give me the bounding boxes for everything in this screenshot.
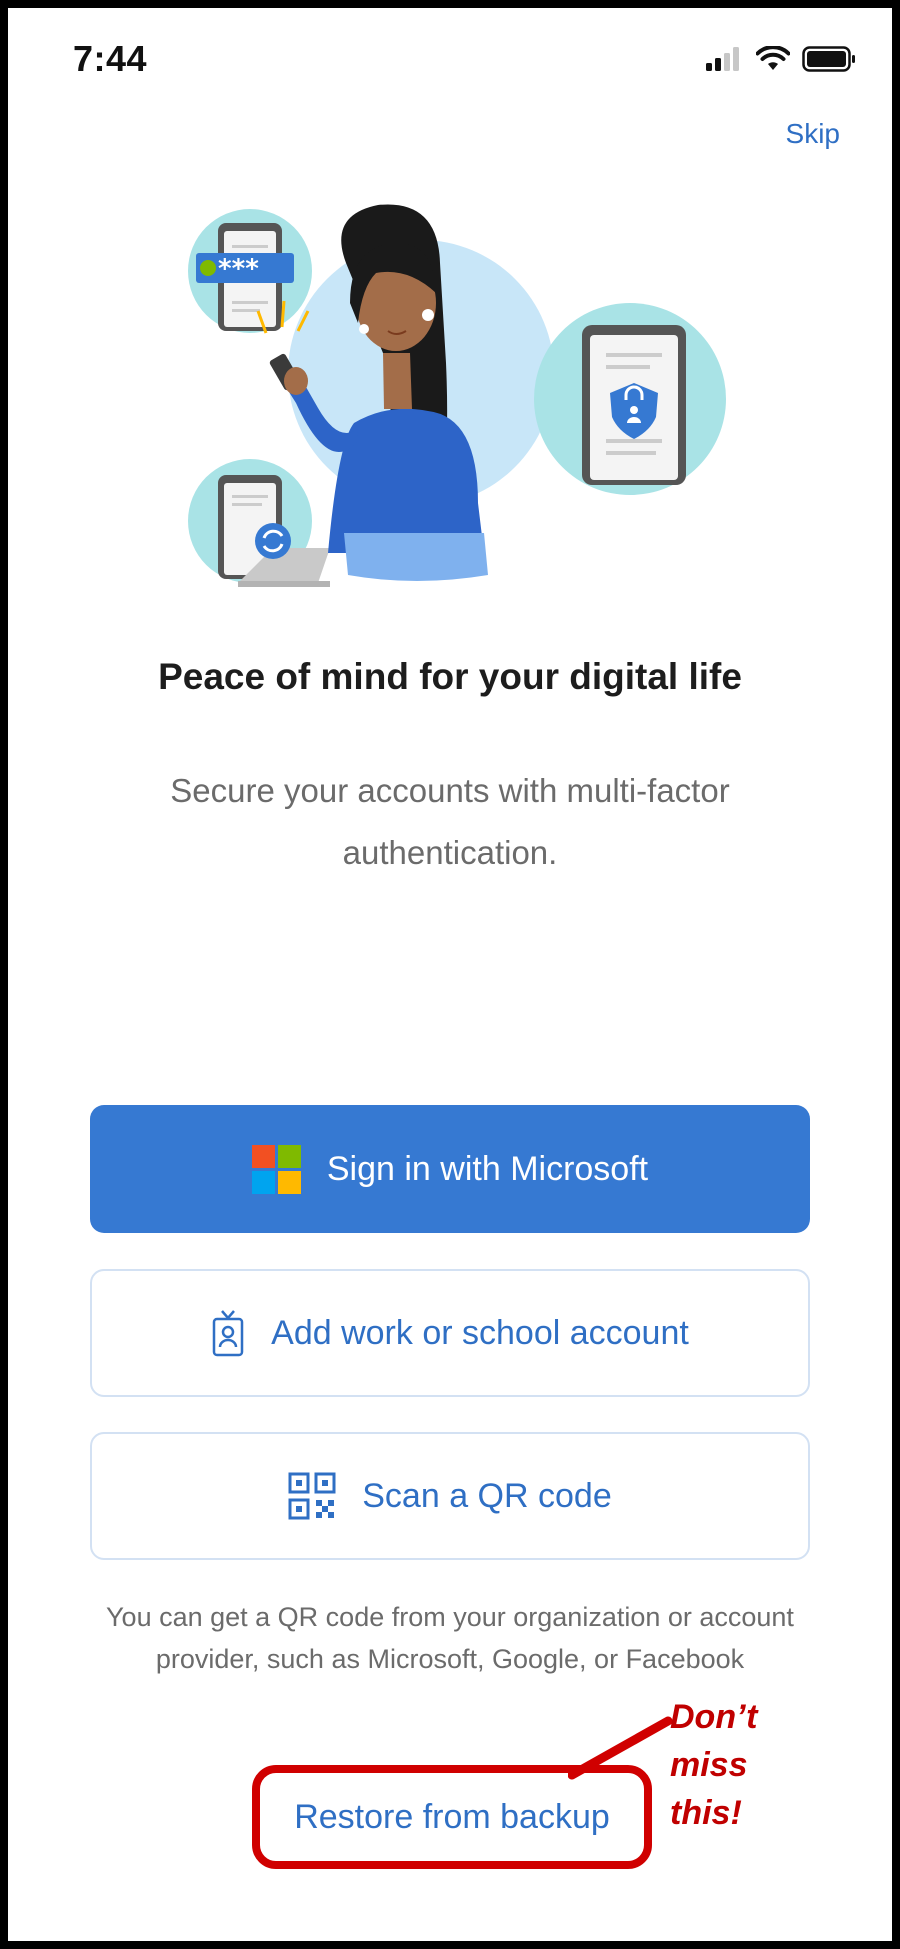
- scan-qr-code-button[interactable]: Scan a QR code: [90, 1432, 810, 1560]
- page-subtitle: Secure your accounts with multi-factor a…: [170, 772, 730, 871]
- microsoft-logo-icon: [251, 1144, 301, 1194]
- add-work-school-account-label: Add work or school account: [271, 1313, 689, 1352]
- sign-in-microsoft-label: Sign in with Microsoft: [326, 1149, 649, 1188]
- password-mask: ***: [218, 254, 259, 284]
- skip-button[interactable]: Skip: [786, 118, 840, 150]
- battery-icon: [802, 46, 855, 72]
- sync-laptop-icon: [218, 475, 330, 587]
- wifi-icon: [756, 46, 790, 70]
- add-work-school-account-button[interactable]: Add work or school account: [90, 1269, 810, 1397]
- qr-code-help-text: You can get a QR code from your organiza…: [106, 1602, 794, 1674]
- scan-qr-code-label: Scan a QR code: [362, 1476, 612, 1515]
- restore-from-backup-link[interactable]: Restore from backup: [252, 1765, 652, 1869]
- qr-code-icon: [288, 1472, 336, 1520]
- signal-icon: [706, 47, 739, 71]
- app-screen: 7:44 Skip *** Peace of mind for your dig…: [8, 8, 892, 1941]
- status-time: 7:44: [73, 38, 148, 79]
- status-icons: [706, 46, 856, 72]
- id-badge-icon: [212, 1310, 244, 1357]
- annotation-callout: Don’t miss this!: [670, 1698, 758, 1832]
- page-title: Peace of mind for your digital life: [158, 656, 742, 697]
- woman-with-phone-illustration: ***: [188, 204, 726, 587]
- sign-in-microsoft-button[interactable]: Sign in with Microsoft: [90, 1105, 810, 1233]
- lock-phone-icon: [582, 325, 686, 485]
